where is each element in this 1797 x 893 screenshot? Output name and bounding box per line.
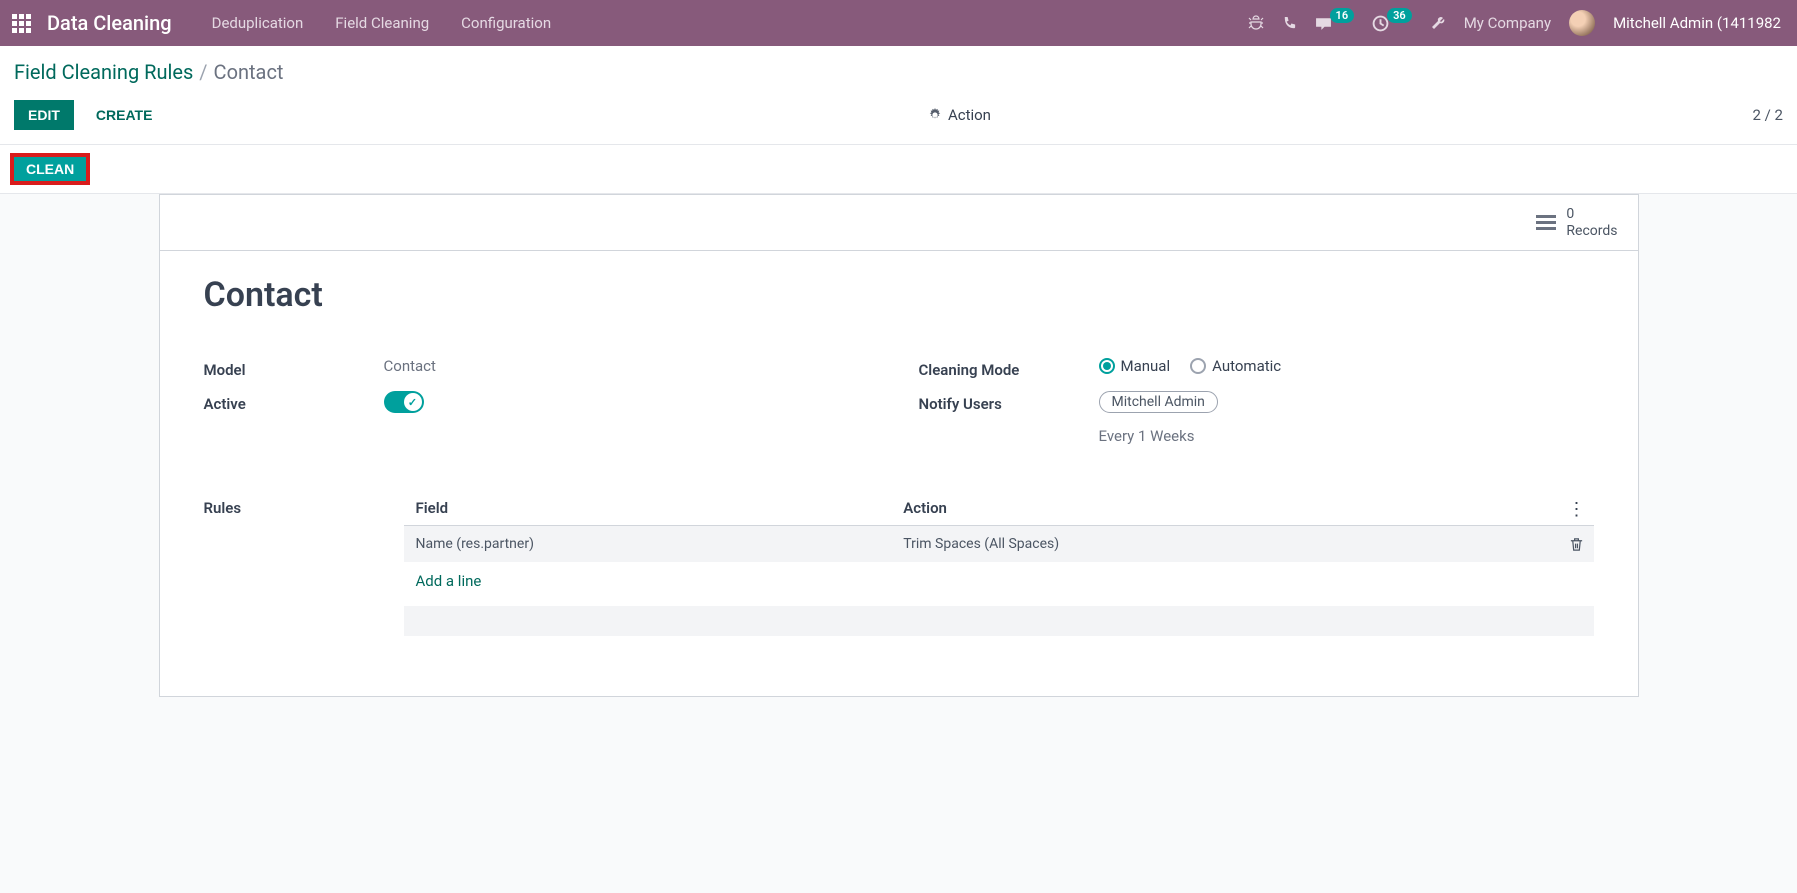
table-row[interactable]: Name (res.partner) Trim Spaces (All Spac… (404, 526, 1594, 562)
label-notify-users: Notify Users (919, 391, 1099, 413)
breadcrumb-bar: Field Cleaning Rules / Contact (0, 46, 1797, 90)
company-selector[interactable]: My Company (1464, 14, 1551, 32)
rules-footer (404, 606, 1594, 636)
notify-frequency: Every 1 Weeks (1099, 427, 1594, 445)
label-cleaning-mode: Cleaning Mode (919, 357, 1099, 379)
nav-deduplication[interactable]: Deduplication (212, 14, 304, 32)
list-icon (1536, 215, 1556, 230)
nav-configuration[interactable]: Configuration (461, 14, 551, 32)
app-title[interactable]: Data Cleaning (43, 11, 192, 35)
edit-button[interactable]: EDIT (14, 100, 74, 130)
pager[interactable]: 2 / 2 (1753, 106, 1784, 124)
rules-header: Field Action ⋮ (404, 491, 1594, 526)
tools-icon[interactable] (1430, 15, 1446, 31)
breadcrumb: Field Cleaning Rules / Contact (14, 60, 1783, 84)
cleaning-mode-radio-group: Manual Automatic (1099, 357, 1594, 375)
breadcrumb-parent[interactable]: Field Cleaning Rules (14, 60, 193, 84)
topbar-right: 16 36 My Company Mitchell Admin (1411982 (1248, 10, 1789, 36)
records-stat-button[interactable]: 0 Records (1536, 206, 1617, 240)
columns-menu-icon[interactable]: ⋮ (1568, 499, 1586, 520)
rule-action-cell: Trim Spaces (All Spaces) (903, 536, 1593, 552)
clean-button[interactable]: CLEAN (10, 153, 90, 185)
control-panel: EDIT CREATE Action 2 / 2 (0, 90, 1797, 145)
label-model: Model (204, 357, 384, 379)
breadcrumb-separator: / (199, 60, 207, 84)
apps-icon[interactable] (8, 14, 43, 33)
radio-dot-icon (1190, 358, 1206, 374)
add-line-link[interactable]: Add a line (404, 562, 1594, 600)
form-view: 0 Records Contact Model Contact Active (0, 194, 1797, 697)
radio-manual[interactable]: Manual (1099, 357, 1171, 375)
radio-automatic[interactable]: Automatic (1190, 357, 1281, 375)
rules-header-field[interactable]: Field (404, 499, 904, 517)
action-label: Action (948, 106, 991, 124)
form-sheet: 0 Records Contact Model Contact Active (159, 194, 1639, 697)
rules-header-action[interactable]: Action (903, 499, 1593, 517)
top-navbar: Data Cleaning Deduplication Field Cleani… (0, 0, 1797, 46)
create-button[interactable]: CREATE (82, 100, 167, 130)
value-model: Contact (384, 357, 879, 375)
avatar[interactable] (1569, 10, 1595, 36)
action-dropdown[interactable]: Action (928, 106, 991, 124)
messaging-badge: 16 (1330, 8, 1355, 23)
bug-icon[interactable] (1248, 15, 1264, 31)
trash-icon[interactable] (1569, 537, 1584, 552)
radio-dot-icon (1099, 358, 1115, 374)
gear-icon (928, 108, 942, 122)
label-active: Active (204, 391, 384, 413)
active-toggle[interactable] (384, 391, 424, 413)
rules-table: Field Action ⋮ Name (res.partner) Trim S… (404, 491, 1594, 636)
top-nav: Deduplication Field Cleaning Configurati… (192, 14, 552, 32)
button-box: 0 Records (160, 195, 1638, 251)
records-count: 0 (1566, 206, 1617, 223)
record-title: Contact (204, 275, 1594, 315)
activities-badge: 36 (1387, 8, 1412, 23)
breadcrumb-current: Contact (214, 60, 284, 84)
label-rules: Rules (204, 491, 404, 636)
rule-field-cell: Name (res.partner) (404, 536, 904, 552)
notify-user-tag[interactable]: Mitchell Admin (1099, 391, 1218, 413)
phone-icon[interactable] (1282, 16, 1297, 31)
user-menu[interactable]: Mitchell Admin (1411982 (1613, 14, 1781, 32)
records-label: Records (1566, 223, 1617, 240)
radio-automatic-label: Automatic (1212, 357, 1281, 375)
messaging-icon[interactable]: 16 (1315, 15, 1355, 32)
nav-field-cleaning[interactable]: Field Cleaning (335, 14, 429, 32)
activities-icon[interactable]: 36 (1372, 15, 1412, 32)
radio-manual-label: Manual (1121, 357, 1171, 375)
status-bar: CLEAN (0, 145, 1797, 194)
